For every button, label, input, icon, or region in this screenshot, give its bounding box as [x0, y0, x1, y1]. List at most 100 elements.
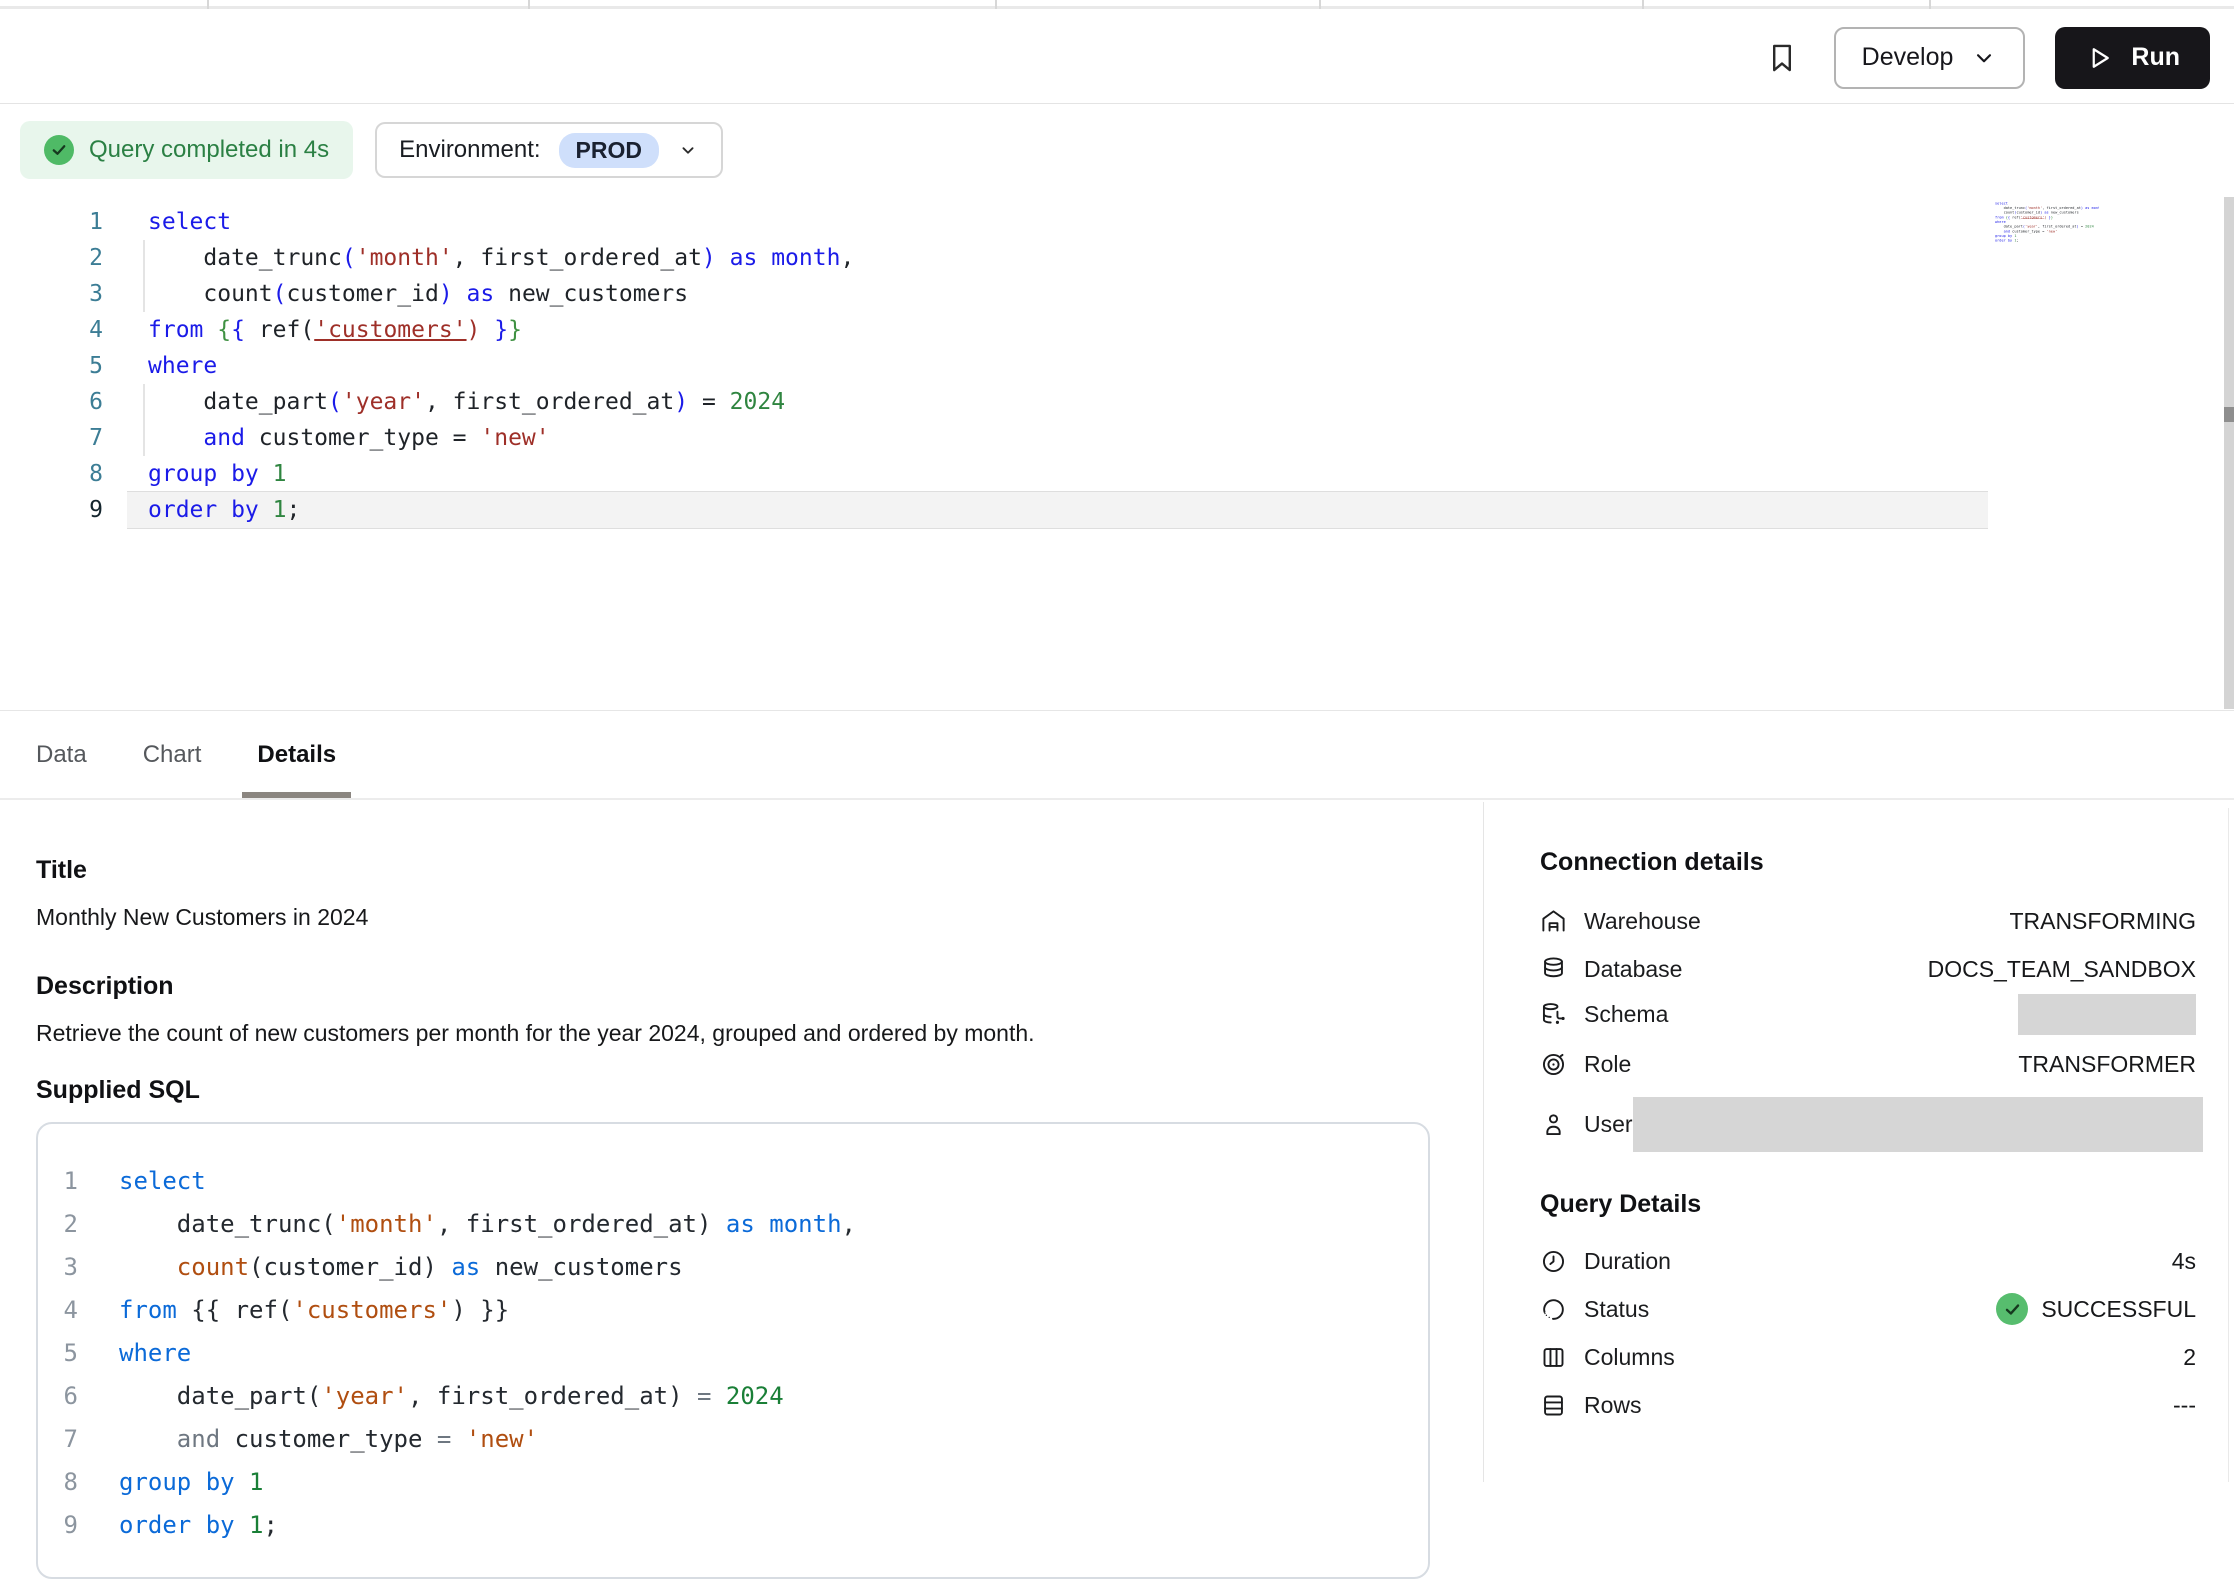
- connection-row-label: User: [1584, 1111, 1633, 1138]
- warehouse-icon: [1540, 908, 1567, 935]
- query-details-row-columns: Columns 2: [1540, 1340, 2196, 1374]
- code-line: 5where: [0, 348, 2234, 384]
- run-button-label: Run: [2131, 43, 2180, 72]
- connection-row-label: Schema: [1584, 1001, 1668, 1028]
- sql-editor[interactable]: 1select2 date_trunc('month', first_order…: [0, 195, 2234, 710]
- query-details-row-value: 2: [2183, 1344, 2196, 1371]
- query-details-row-label: Rows: [1584, 1392, 1642, 1419]
- supplied-sql-heading: Supplied SQL: [36, 1074, 1483, 1106]
- code-line: 4from {{ ref('customers') }}: [38, 1289, 1428, 1332]
- query-details-row-value: ---: [2173, 1392, 2196, 1419]
- line-number: 8: [0, 456, 103, 492]
- title-value: Monthly New Customers in 2024: [36, 902, 1483, 932]
- connection-row-schema: Schema: [1540, 994, 2196, 1035]
- environment-selector[interactable]: Environment: PROD: [375, 122, 723, 178]
- check-circle-icon: [44, 135, 74, 165]
- code-line: 4from {{ ref('customers') }}: [0, 312, 2234, 348]
- line-number: 2: [0, 240, 103, 276]
- query-details-heading: Query Details: [1540, 1188, 2196, 1220]
- code-line: 3 count(customer_id) as new_customers: [0, 276, 2234, 312]
- editor-minimap[interactable]: select date_trunc('month', first_ordered…: [1995, 201, 2099, 247]
- tab-data[interactable]: Data: [36, 711, 87, 798]
- code-line: 7 and customer_type = 'new': [0, 420, 2234, 456]
- connection-details-heading: Connection details: [1540, 846, 2196, 878]
- details-panel: Title Monthly New Customers in 2024 Desc…: [0, 802, 2234, 1482]
- connection-row-label: Warehouse: [1584, 908, 1701, 935]
- scrollbar-thumb[interactable]: [2224, 407, 2234, 422]
- query-details-row-value: 4s: [2172, 1248, 2196, 1275]
- editor-code[interactable]: 1select2 date_trunc('month', first_order…: [0, 195, 2234, 528]
- header-toolbar: Develop Run: [0, 12, 2234, 104]
- line-number: 4: [0, 312, 103, 348]
- duration-icon: [1540, 1248, 1567, 1275]
- query-status-bar: Query completed in 4s Environment: PROD: [0, 105, 2234, 195]
- status-spinner-icon: [1540, 1296, 1567, 1323]
- tab-divider: [528, 0, 530, 9]
- rows-icon: [1540, 1392, 1567, 1419]
- connection-row-database: Database DOCS_TEAM_SANDBOX: [1540, 952, 2196, 986]
- code-line: 3 count(customer_id) as new_customers: [38, 1246, 1428, 1289]
- code-line: order by 1;: [1995, 238, 2011, 243]
- line-number: 2: [38, 1203, 78, 1246]
- query-details-row-label: Columns: [1584, 1344, 1675, 1371]
- line-number: 8: [38, 1461, 78, 1504]
- role-icon: [1540, 1051, 1567, 1078]
- code-line: 7 and customer_type = 'new': [38, 1418, 1428, 1461]
- connection-row-label: Database: [1584, 956, 1682, 983]
- code-line: 5where: [38, 1332, 1428, 1375]
- minimap-code: select date_trunc('month', first_ordered…: [1995, 201, 2011, 243]
- connection-row-role: Role TRANSFORMER: [1540, 1047, 2196, 1081]
- code-line: 9order by 1;: [38, 1504, 1428, 1547]
- tab-divider: [995, 0, 997, 9]
- tab-chart[interactable]: Chart: [143, 711, 202, 798]
- line-number: 3: [0, 276, 103, 312]
- collapsed-tab-strip: [0, 0, 2234, 9]
- query-status-text: Query completed in 4s: [89, 136, 329, 164]
- columns-icon: [1540, 1344, 1567, 1371]
- develop-dropdown[interactable]: Develop: [1834, 27, 2026, 89]
- line-number: 6: [0, 384, 103, 420]
- chevron-down-icon: [677, 139, 699, 161]
- line-number: 9: [38, 1504, 78, 1547]
- tab-divider: [1319, 0, 1321, 9]
- line-number: 7: [0, 420, 103, 456]
- line-number: 3: [38, 1246, 78, 1289]
- editor-scrollbar[interactable]: [2224, 197, 2234, 709]
- line-number: 4: [38, 1289, 78, 1332]
- tab-divider: [207, 0, 209, 9]
- chevron-down-icon: [1971, 45, 1997, 71]
- line-number: 9: [0, 492, 103, 528]
- description-value: Retrieve the count of new customers per …: [36, 1018, 1483, 1048]
- line-number: 1: [0, 204, 103, 240]
- code-line: 1select: [0, 204, 2234, 240]
- line-number: 5: [38, 1332, 78, 1375]
- query-details-row-duration: Duration 4s: [1540, 1244, 2196, 1278]
- connection-row-value: TRANSFORMER: [2018, 1051, 2196, 1078]
- user-value-redacted: [1633, 1097, 2203, 1152]
- play-icon: [2085, 44, 2113, 72]
- connection-row-user: User: [1540, 1097, 2196, 1152]
- code-line: 6 date_part('year', first_ordered_at) = …: [0, 384, 2234, 420]
- environment-value-badge: PROD: [559, 133, 659, 168]
- status-badge: SUCCESSFUL: [1996, 1293, 2196, 1325]
- description-heading: Description: [36, 970, 1483, 1002]
- status-value: SUCCESSFUL: [2041, 1296, 2196, 1323]
- code-line: 9order by 1;: [0, 492, 2234, 528]
- bookmark-button[interactable]: [1760, 32, 1804, 84]
- code-line: 2 date_trunc('month', first_ordered_at) …: [38, 1203, 1428, 1246]
- bookmark-icon: [1765, 37, 1799, 79]
- schema-icon: [1540, 1001, 1567, 1028]
- connection-row-label: Role: [1584, 1051, 1631, 1078]
- title-heading: Title: [36, 854, 1483, 886]
- run-button[interactable]: Run: [2055, 27, 2210, 89]
- tab-details[interactable]: Details: [257, 711, 336, 798]
- line-number: 6: [38, 1375, 78, 1418]
- supplied-sql-code: 1select2 date_trunc('month', first_order…: [38, 1160, 1428, 1547]
- details-side-panel: Connection details Warehouse TRANSFORMIN…: [1483, 802, 2234, 1482]
- results-tab-bar: Data Chart Details: [0, 710, 2234, 800]
- code-line: 2 date_trunc('month', first_ordered_at) …: [0, 240, 2234, 276]
- query-details-row-status: Status SUCCESSFUL: [1540, 1292, 2196, 1326]
- query-details-row-rows: Rows ---: [1540, 1388, 2196, 1422]
- tab-divider: [1642, 0, 1644, 9]
- environment-label: Environment:: [399, 136, 540, 164]
